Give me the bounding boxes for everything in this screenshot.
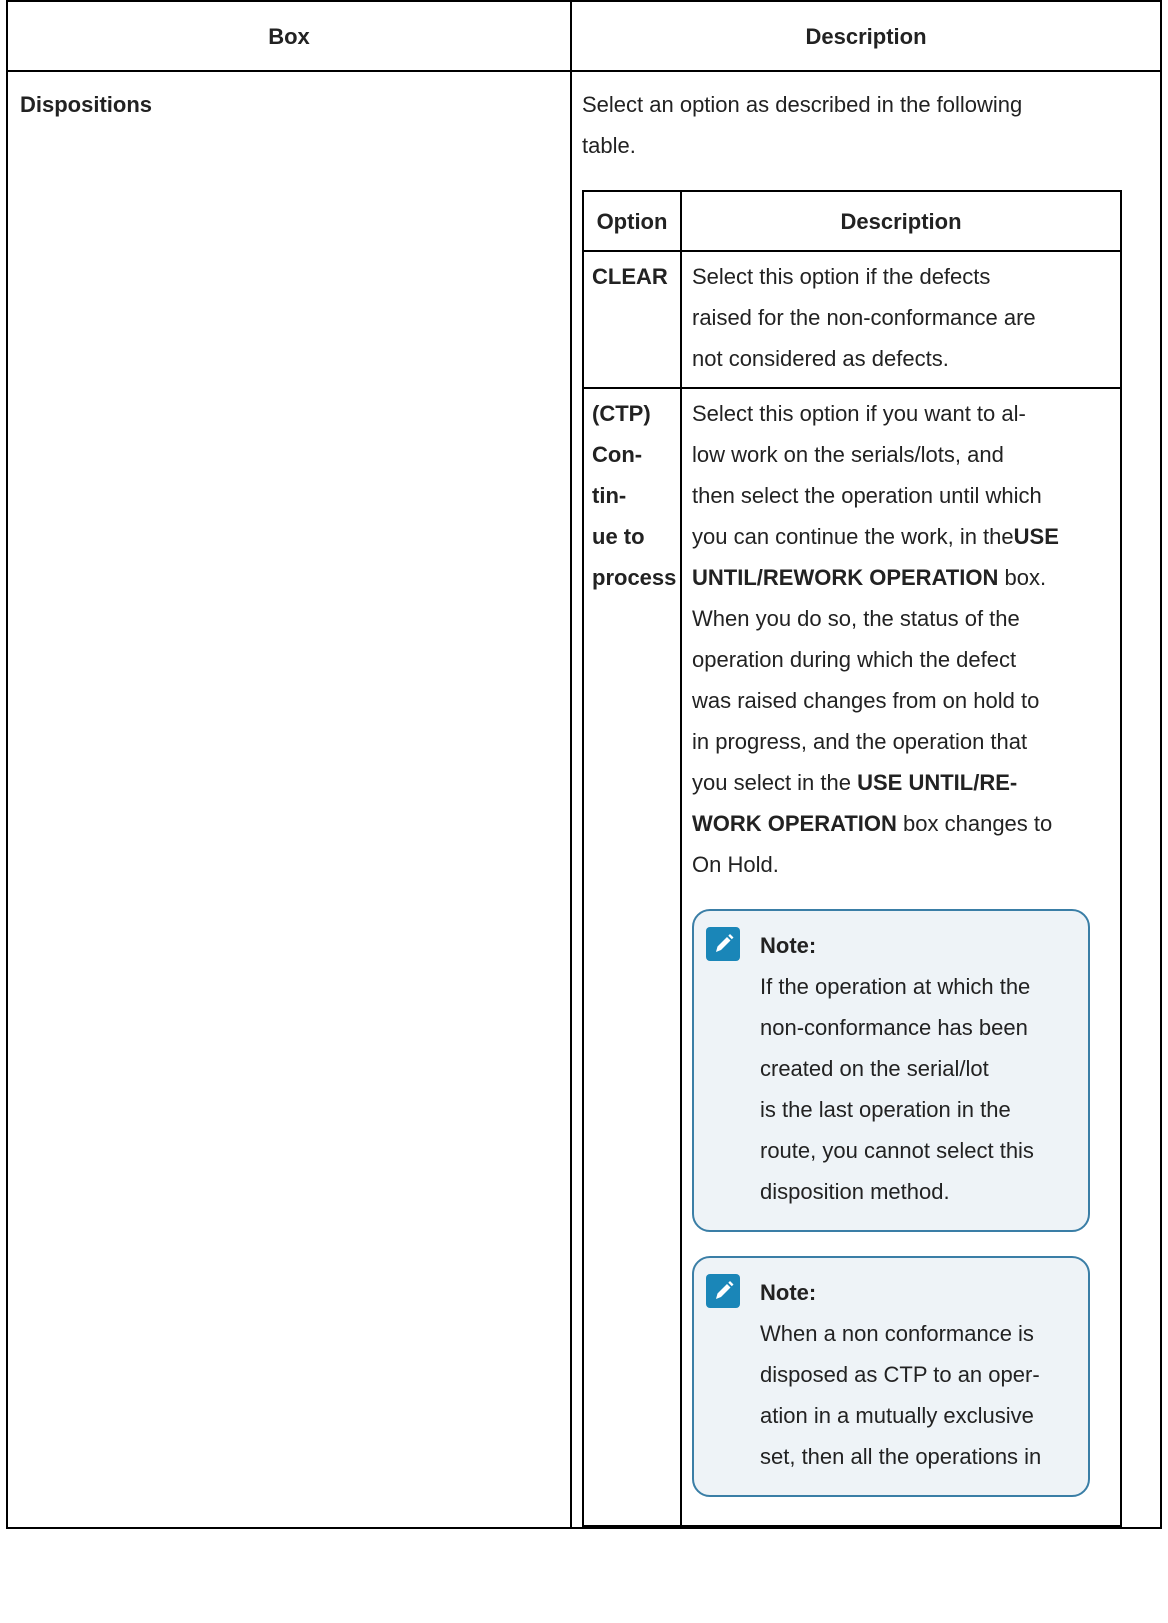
note-line: non-conformance has been <box>760 1015 1028 1040</box>
note-line: route, you cannot select this <box>760 1138 1034 1163</box>
desc-line: operation during which the defect <box>692 647 1017 672</box>
desc-line: not considered as defects. <box>692 346 949 371</box>
desc-line: then select the operation until which <box>692 483 1042 508</box>
desc-bold: USE UNTIL/RE- <box>857 770 1018 795</box>
note-callout: Note: If the operation at which the non-… <box>692 909 1090 1232</box>
intro-line: Select an option as described in the fol… <box>582 92 1023 117</box>
note-body: If the operation at which the non-confor… <box>760 966 1088 1212</box>
box-cell-dispositions: Dispositions <box>6 70 572 1529</box>
desc-line: box changes to <box>896 811 1053 836</box>
note-line: set, then all the operations in <box>760 1444 1042 1469</box>
desc-line: was raised changes from on hold to <box>692 688 1040 713</box>
header-box: Box <box>6 0 572 72</box>
desc-bold: WORK OPERATION <box>692 811 897 836</box>
description-cell: Select an option as described in the fol… <box>570 70 1162 1529</box>
note-body: When a non conformance is disposed as CT… <box>760 1313 1088 1477</box>
desc-line: low work on the serials/lots, and <box>692 442 1004 467</box>
dispositions-table: Box Description Dispositions Select an o… <box>6 0 1162 1529</box>
desc-line: box. <box>998 565 1047 590</box>
desc-line: raised for the non-conformance are <box>692 305 1036 330</box>
desc-bold: UNTIL/REWORK OPERATION <box>692 565 999 590</box>
options-header-row: Option Description <box>582 190 1122 252</box>
note-title: Note: <box>760 1280 817 1305</box>
note-line: ation in a mutually exclusive <box>760 1403 1034 1428</box>
option-row-clear: CLEAR Select this option if the defects … <box>582 250 1122 389</box>
note-title: Note: <box>760 933 817 958</box>
option-line: (CTP) <box>592 401 651 426</box>
desc-line: On Hold. <box>692 852 779 877</box>
option-line: ue to <box>592 524 645 549</box>
option-clear-description: Select this option if the defects raised… <box>680 250 1122 389</box>
note-line: disposed as CTP to an oper- <box>760 1362 1040 1387</box>
note-line: created on the serial/lot <box>760 1056 989 1081</box>
header-row: Box Description <box>6 0 1162 72</box>
desc-line: you can continue the work, in the <box>692 524 1014 549</box>
option-ctp-description: Select this option if you want to al- lo… <box>680 387 1122 1527</box>
header-description: Description <box>570 0 1162 72</box>
note-callout: Note: When a non conformance is disposed… <box>692 1256 1090 1497</box>
desc-line: Select this option if you want to al- <box>692 401 1026 426</box>
ctp-paragraph: Select this option if you want to al- lo… <box>692 393 1120 885</box>
table-row: Dispositions Select an option as describ… <box>6 70 1162 1529</box>
note-line: If the operation at which the <box>760 974 1031 999</box>
option-ctp: (CTP) Con- tin- ue to process <box>582 387 682 1527</box>
note-line: disposition method. <box>760 1179 950 1204</box>
intro-text: Select an option as described in the fol… <box>582 84 1150 166</box>
option-line: tin- <box>592 483 627 508</box>
option-line: Con- <box>592 442 643 467</box>
pencil-note-icon <box>706 927 740 961</box>
option-clear: CLEAR <box>582 250 682 389</box>
desc-line: you select in the <box>692 770 858 795</box>
note-line: When a non conformance is <box>760 1321 1034 1346</box>
intro-line: table. <box>582 133 636 158</box>
desc-line: in progress, and the operation that <box>692 729 1028 754</box>
pencil-note-icon <box>706 1274 740 1308</box>
desc-line: Select this option if the defects <box>692 264 991 289</box>
option-row-ctp: (CTP) Con- tin- ue to process Select thi… <box>582 387 1122 1527</box>
desc-line: When you do so, the status of the <box>692 606 1020 631</box>
header-option: Option <box>582 190 682 252</box>
desc-bold: USE <box>1013 524 1059 549</box>
note-line: is the last operation in the <box>760 1097 1011 1122</box>
option-line: process <box>592 565 677 590</box>
header-option-description: Description <box>680 190 1122 252</box>
options-table: Option Description CLEAR Select this opt… <box>582 190 1122 1527</box>
